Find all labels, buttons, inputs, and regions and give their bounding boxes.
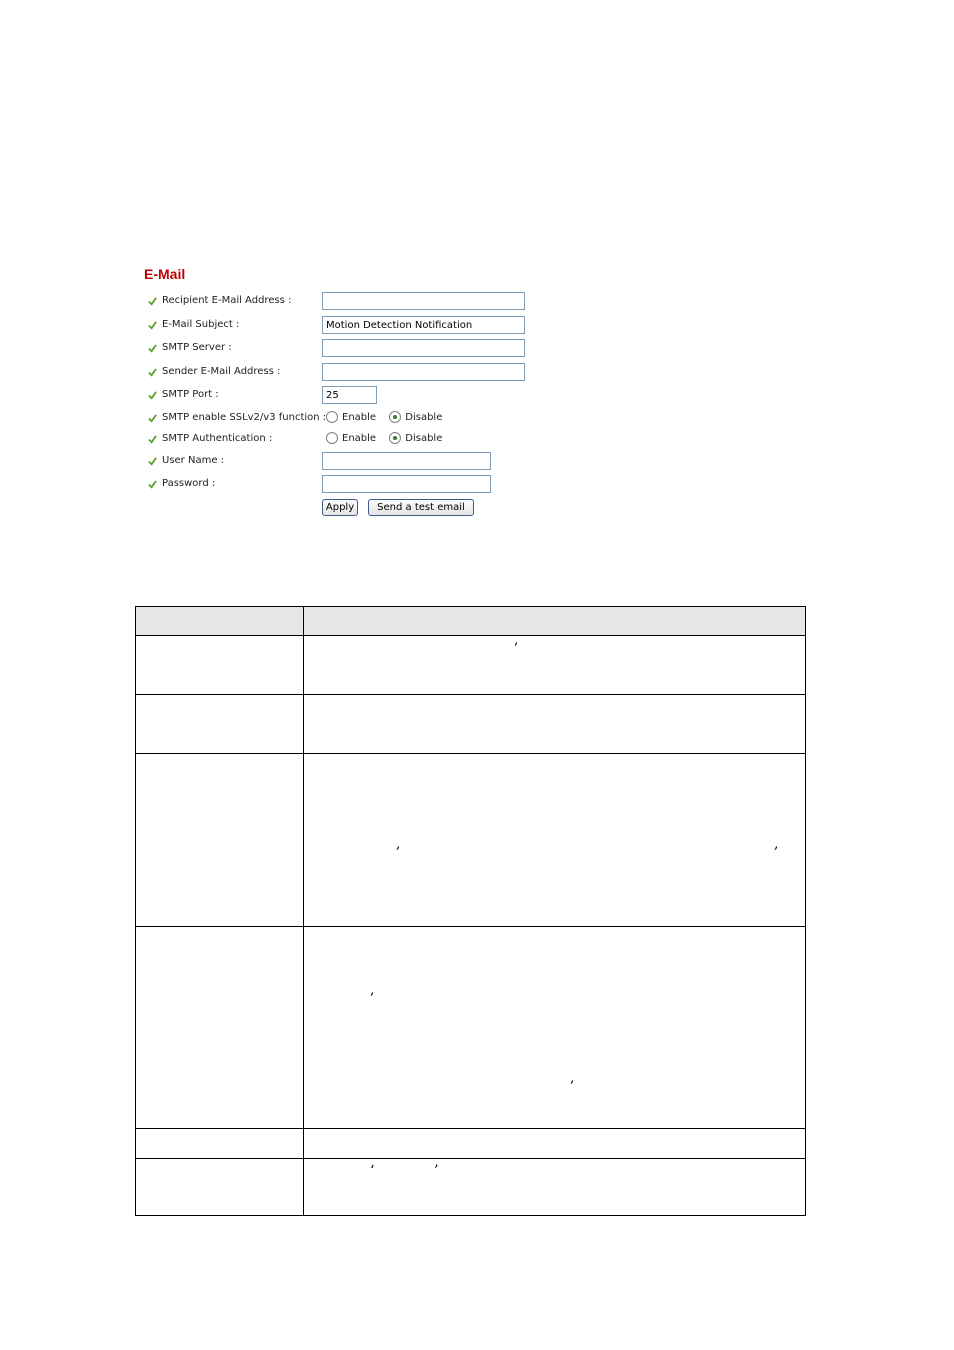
comma-mark: , — [774, 836, 779, 852]
ssl-disable-label: Disable — [405, 411, 443, 423]
smtp-server-input[interactable] — [322, 339, 525, 357]
auth-enable-label: Enable — [342, 432, 377, 444]
table-cell — [303, 753, 806, 927]
table-header-row — [135, 606, 806, 636]
auth-row: SMTP Authentication : Enable Disable — [144, 430, 564, 450]
table-row — [135, 1128, 806, 1159]
table-header-cell — [303, 606, 806, 636]
apply-button[interactable]: Apply — [322, 499, 358, 516]
table-cell — [303, 1128, 806, 1159]
smtp-port-input[interactable] — [322, 386, 377, 404]
username-input[interactable] — [322, 452, 491, 470]
subject-row: E-Mail Subject : — [144, 316, 564, 336]
smtp-server-label: SMTP Server : — [162, 342, 232, 353]
table-row — [135, 926, 806, 1129]
check-icon — [148, 457, 157, 466]
sender-row: Sender E-Mail Address : — [144, 363, 564, 383]
username-label: User Name : — [162, 455, 225, 466]
button-row: Apply Send a test email — [144, 499, 564, 519]
smtp-server-row: SMTP Server : — [144, 339, 564, 359]
username-row: User Name : — [144, 452, 564, 472]
smtp-port-label: SMTP Port : — [162, 389, 219, 400]
table-cell — [303, 926, 806, 1129]
comma-mark: , — [370, 982, 375, 998]
ssl-enable-radio[interactable] — [326, 411, 338, 423]
password-row: Password : — [144, 475, 564, 495]
table-header-cell — [135, 606, 304, 636]
ssl-disable-radio[interactable] — [389, 411, 402, 423]
table-cell — [303, 635, 806, 695]
table-cell — [303, 694, 806, 754]
smtp-port-row: SMTP Port : — [144, 386, 564, 406]
description-table — [135, 606, 806, 1216]
check-icon — [148, 414, 157, 423]
open-quote-mark: ‘ — [370, 1163, 375, 1179]
check-icon — [148, 391, 157, 400]
auth-radio-group: Enable Disable — [326, 432, 452, 444]
email-settings-panel: E-Mail Recipient E-Mail Address : E-Mail… — [144, 262, 564, 532]
recipient-label: Recipient E-Mail Address : — [162, 295, 292, 306]
subject-label: E-Mail Subject : — [162, 319, 240, 330]
auth-disable-radio[interactable] — [389, 432, 402, 444]
auth-label: SMTP Authentication : — [162, 433, 273, 444]
ssl-label: SMTP enable SSLv2/v3 function : — [162, 412, 327, 423]
auth-enable-radio[interactable] — [326, 432, 338, 444]
check-icon — [148, 321, 157, 330]
table-cell — [135, 753, 304, 927]
table-cell — [303, 1158, 806, 1216]
subject-input[interactable] — [322, 316, 525, 334]
ssl-row: SMTP enable SSLv2/v3 function : Enable D… — [144, 409, 564, 429]
comma-mark: , — [396, 836, 401, 852]
section-title: E-Mail — [144, 266, 186, 282]
table-cell — [135, 635, 304, 695]
recipient-row: Recipient E-Mail Address : — [144, 292, 564, 312]
table-row — [135, 753, 806, 927]
ssl-radio-group: Enable Disable — [326, 411, 452, 423]
table-row — [135, 694, 806, 754]
close-quote-mark: ’ — [434, 1163, 439, 1179]
comma-mark: , — [570, 1070, 575, 1086]
check-icon — [148, 344, 157, 353]
table-cell — [135, 926, 304, 1129]
auth-disable-label: Disable — [405, 432, 443, 444]
table-cell — [135, 1128, 304, 1159]
check-icon — [148, 297, 157, 306]
table-row — [135, 1158, 806, 1216]
table-cell — [135, 694, 304, 754]
table-row — [135, 635, 806, 695]
comma-mark: , — [514, 632, 519, 648]
password-label: Password : — [162, 478, 216, 489]
sender-label: Sender E-Mail Address : — [162, 366, 281, 377]
check-icon — [148, 435, 157, 444]
check-icon — [148, 480, 157, 489]
send-test-email-button[interactable]: Send a test email — [368, 499, 474, 516]
table-cell — [135, 1158, 304, 1216]
check-icon — [148, 368, 157, 377]
sender-input[interactable] — [322, 363, 525, 381]
recipient-input[interactable] — [322, 292, 525, 310]
password-input[interactable] — [322, 475, 491, 493]
ssl-enable-label: Enable — [342, 411, 377, 423]
